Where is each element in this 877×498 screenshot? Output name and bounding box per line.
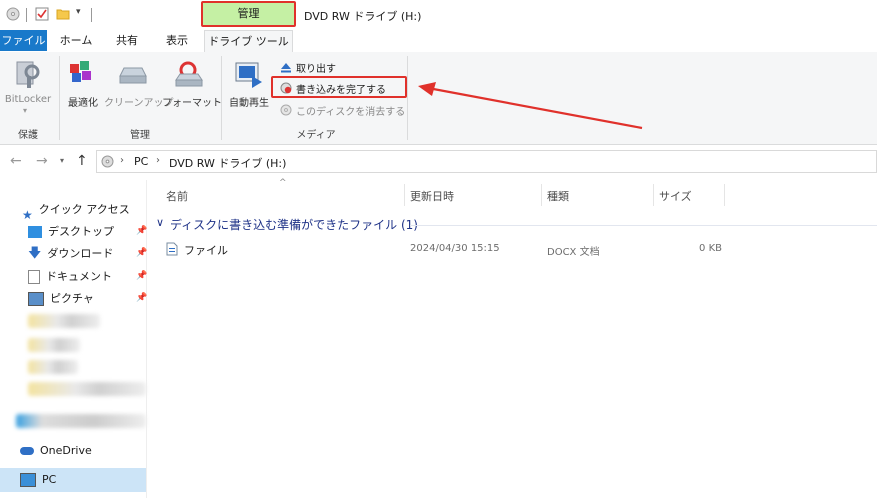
group-separator [407,56,408,140]
blurred-nav-item [28,360,78,374]
tab-home[interactable]: ホーム [55,30,97,51]
recent-locations-icon[interactable]: ▾ [60,156,64,165]
eject-button[interactable]: 取り出す [296,60,336,75]
nav-label: クイック アクセス [38,203,130,216]
column-name[interactable]: 名前 [166,188,188,204]
nav-label: PC [42,473,57,486]
finish-burning-highlight [271,76,407,98]
nav-label: ダウンロード [47,247,114,260]
nav-label: ドキュメント [46,270,112,283]
nav-pc[interactable]: PC [20,469,56,491]
blurred-nav-item [28,382,146,396]
column-separator [404,184,405,206]
breadcrumb-drive[interactable]: DVD RW ドライブ (H:) [169,155,286,171]
nav-downloads[interactable]: 🡇 ダウンロード [28,243,113,265]
star-icon: ★ [22,208,33,222]
group-collapse-icon[interactable]: ∨ [156,216,164,229]
eject-icon [281,63,291,73]
manage-tab-highlight[interactable]: 管理 [201,1,296,27]
format-drive-icon [175,61,203,87]
file-modified: 2024/04/30 15:15 [410,243,500,254]
breadcrumb-separator-icon: › [120,155,124,166]
nav-desktop[interactable]: デスクトップ [28,221,114,243]
format-button[interactable]: フォーマット [162,94,222,109]
tab-view[interactable]: 表示 [156,30,198,51]
protect-group-label: 保護 [18,130,38,141]
blurred-nav-item [16,414,146,428]
cleanup-drive-icon [119,67,147,84]
nav-label: ピクチャ [50,292,94,305]
blurred-nav-item [28,338,80,352]
breadcrumb-pc[interactable]: PC [134,155,148,168]
table-row[interactable]: ファイル 2024/04/30 15:15 DOCX 文档 0 KB [158,238,738,260]
nav-label: OneDrive [40,444,92,457]
pictures-icon [28,292,44,306]
breadcrumb-separator-icon: › [156,155,160,166]
pin-icon[interactable]: 📌 [136,248,147,258]
manage-group-label: 管理 [130,130,150,141]
pin-icon[interactable]: 📌 [136,226,147,236]
title-bar [0,0,877,30]
window-title: DVD RW ドライブ (H:) [304,10,422,23]
tab-share[interactable]: 共有 [106,30,148,51]
computer-icon [20,473,36,487]
group-header[interactable]: ディスクに書き込む準備ができたファイル (1) [170,216,418,233]
column-separator [724,184,725,206]
nav-pictures[interactable]: ピクチャ [28,288,94,310]
optimize-button[interactable]: 最適化 [62,94,104,109]
download-arrow-icon: 🡇 [28,246,42,261]
sort-ascending-icon: ^ [279,178,287,188]
toolbar-separator [91,8,92,22]
forward-arrow-icon[interactable]: → [36,153,48,169]
column-modified[interactable]: 更新日時 [410,188,454,204]
customize-toolbar-icon[interactable]: ▾ [76,7,81,17]
disc-icon [101,155,114,168]
blurred-nav-item [28,314,100,328]
pin-icon[interactable]: 📌 [136,293,147,303]
media-group-label: メディア [296,130,336,141]
cleanup-button[interactable]: クリーンアップ [104,94,174,109]
optimize-icon [70,61,91,82]
column-separator [541,184,542,206]
toolbar-separator [26,8,27,22]
nav-quick-access[interactable]: ★ クイック アクセス [22,199,130,222]
back-arrow-icon[interactable]: ← [10,153,22,169]
chevron-down-icon: ▾ [23,106,28,115]
properties-check-icon[interactable] [35,7,49,21]
bitlocker-key-icon [16,61,40,88]
group-separator [221,56,222,140]
file-size: 0 KB [699,243,722,254]
nav-onedrive[interactable]: OneDrive [20,440,92,462]
nav-documents[interactable]: ドキュメント [28,266,112,288]
column-size[interactable]: サイズ [659,188,692,204]
annotation-arrow [418,82,643,130]
cloud-icon [20,447,34,455]
disc-icon[interactable] [6,7,20,21]
file-type: DOCX 文档 [547,247,600,258]
up-arrow-icon[interactable]: ↑ [76,153,88,169]
autoplay-icon [235,62,262,88]
erase-disc-icon [280,104,292,116]
column-separator [653,184,654,206]
tab-file[interactable]: ファイル [0,30,47,51]
new-folder-icon[interactable] [56,7,70,21]
autoplay-button[interactable]: 自動再生 [226,94,272,109]
tab-drive-tools[interactable]: ドライブ ツール [204,30,293,54]
group-header-line [410,225,877,226]
nav-label: デスクトップ [48,225,114,238]
file-name: ファイル [184,244,228,257]
file-document-icon [166,242,178,256]
desktop-icon [28,226,42,238]
column-type[interactable]: 種類 [547,188,569,204]
group-separator [59,56,60,140]
document-icon [28,270,40,284]
pin-icon[interactable]: 📌 [136,271,147,281]
bitlocker-button[interactable]: BitLocker [0,94,56,105]
erase-disc-button[interactable]: このディスクを消去する [296,103,405,118]
